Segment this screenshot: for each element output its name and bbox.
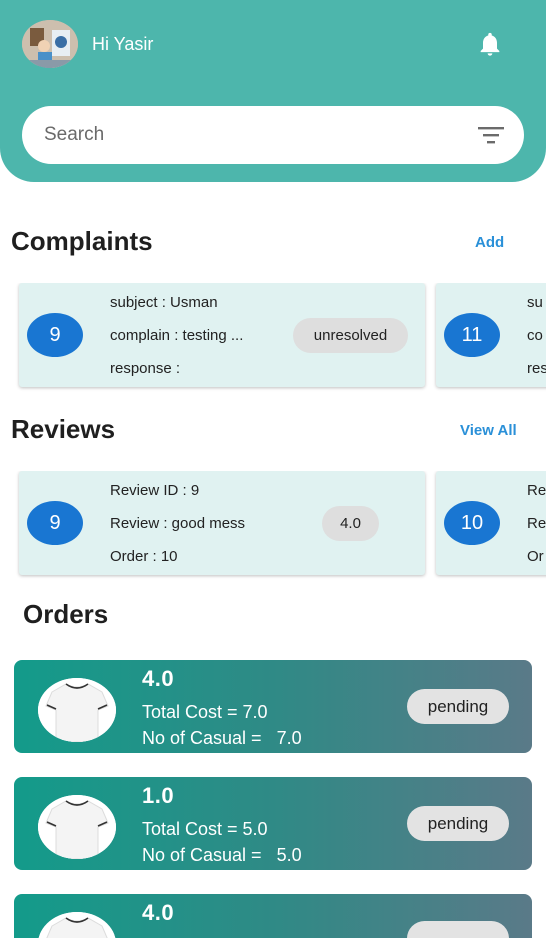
review-id-text: Review ID : 9 bbox=[110, 482, 200, 499]
review-rating-badge: 4.0 bbox=[322, 506, 379, 541]
complaints-list[interactable]: 9 subject : Usman complain : testing ...… bbox=[0, 283, 546, 393]
complaint-response: response : bbox=[110, 360, 181, 377]
review-id-badge: 10 bbox=[444, 501, 500, 545]
complaint-response: res bbox=[527, 360, 546, 377]
search-input[interactable] bbox=[44, 120, 464, 150]
add-complaint-button[interactable]: Add bbox=[475, 234, 504, 251]
app-header: Hi Yasir bbox=[0, 0, 546, 182]
greeting-text: Hi Yasir bbox=[92, 34, 154, 54]
complaint-text: co bbox=[527, 327, 543, 344]
review-order: Order : 10 bbox=[110, 548, 178, 565]
complaint-card[interactable]: 11 su co res bbox=[436, 283, 546, 387]
order-card[interactable]: 4.0 Total Cost = 7.0 No of Casual = 7.0 … bbox=[14, 660, 532, 753]
bell-icon[interactable] bbox=[476, 30, 504, 58]
order-casual-count: No of Casual = 5.0 bbox=[142, 845, 302, 865]
tshirt-icon bbox=[38, 912, 116, 938]
review-card[interactable]: 10 Re Re Or bbox=[436, 471, 546, 575]
order-total-cost: Total Cost = 7.0 bbox=[142, 702, 268, 722]
review-order: Or bbox=[527, 548, 544, 565]
complaint-subject: su bbox=[527, 294, 543, 311]
order-casual-count: No of Casual = 7.0 bbox=[142, 728, 302, 748]
order-status-badge bbox=[407, 921, 509, 938]
complaint-text: complain : testing ... bbox=[110, 327, 244, 344]
order-card[interactable]: 4.0 bbox=[14, 894, 532, 938]
complaint-card[interactable]: 9 subject : Usman complain : testing ...… bbox=[19, 283, 425, 387]
order-title: 1.0 bbox=[142, 783, 175, 808]
reviews-title: Reviews bbox=[11, 414, 116, 444]
review-card[interactable]: 9 Review ID : 9 Review : good mess Order… bbox=[19, 471, 425, 575]
tshirt-icon bbox=[38, 795, 116, 859]
order-status-badge: pending bbox=[407, 806, 509, 841]
order-status-badge: pending bbox=[407, 689, 509, 724]
complaints-title: Complaints bbox=[11, 226, 153, 256]
review-id-text: Re bbox=[527, 482, 546, 499]
complaint-id-badge: 11 bbox=[444, 313, 500, 357]
filter-icon[interactable] bbox=[476, 123, 506, 147]
reviews-list[interactable]: 9 Review ID : 9 Review : good mess Order… bbox=[0, 471, 546, 581]
order-card[interactable]: 1.0 Total Cost = 5.0 No of Casual = 5.0 … bbox=[14, 777, 532, 870]
review-text: Review : good mess bbox=[110, 515, 246, 532]
avatar-photo-icon bbox=[22, 20, 78, 68]
user-avatar[interactable] bbox=[22, 20, 78, 68]
order-title: 4.0 bbox=[142, 900, 175, 925]
review-text: Re bbox=[527, 515, 546, 532]
search-bar bbox=[22, 106, 524, 164]
tshirt-icon bbox=[38, 678, 116, 742]
view-all-reviews-button[interactable]: View All bbox=[460, 422, 517, 439]
order-title: 4.0 bbox=[142, 666, 175, 691]
complaint-id-badge: 9 bbox=[27, 313, 83, 357]
complaint-status-badge: unresolved bbox=[293, 318, 408, 353]
complaint-subject: subject : Usman bbox=[110, 294, 218, 311]
review-id-badge: 9 bbox=[27, 501, 83, 545]
order-total-cost: Total Cost = 5.0 bbox=[142, 819, 268, 839]
orders-title: Orders bbox=[23, 599, 109, 629]
